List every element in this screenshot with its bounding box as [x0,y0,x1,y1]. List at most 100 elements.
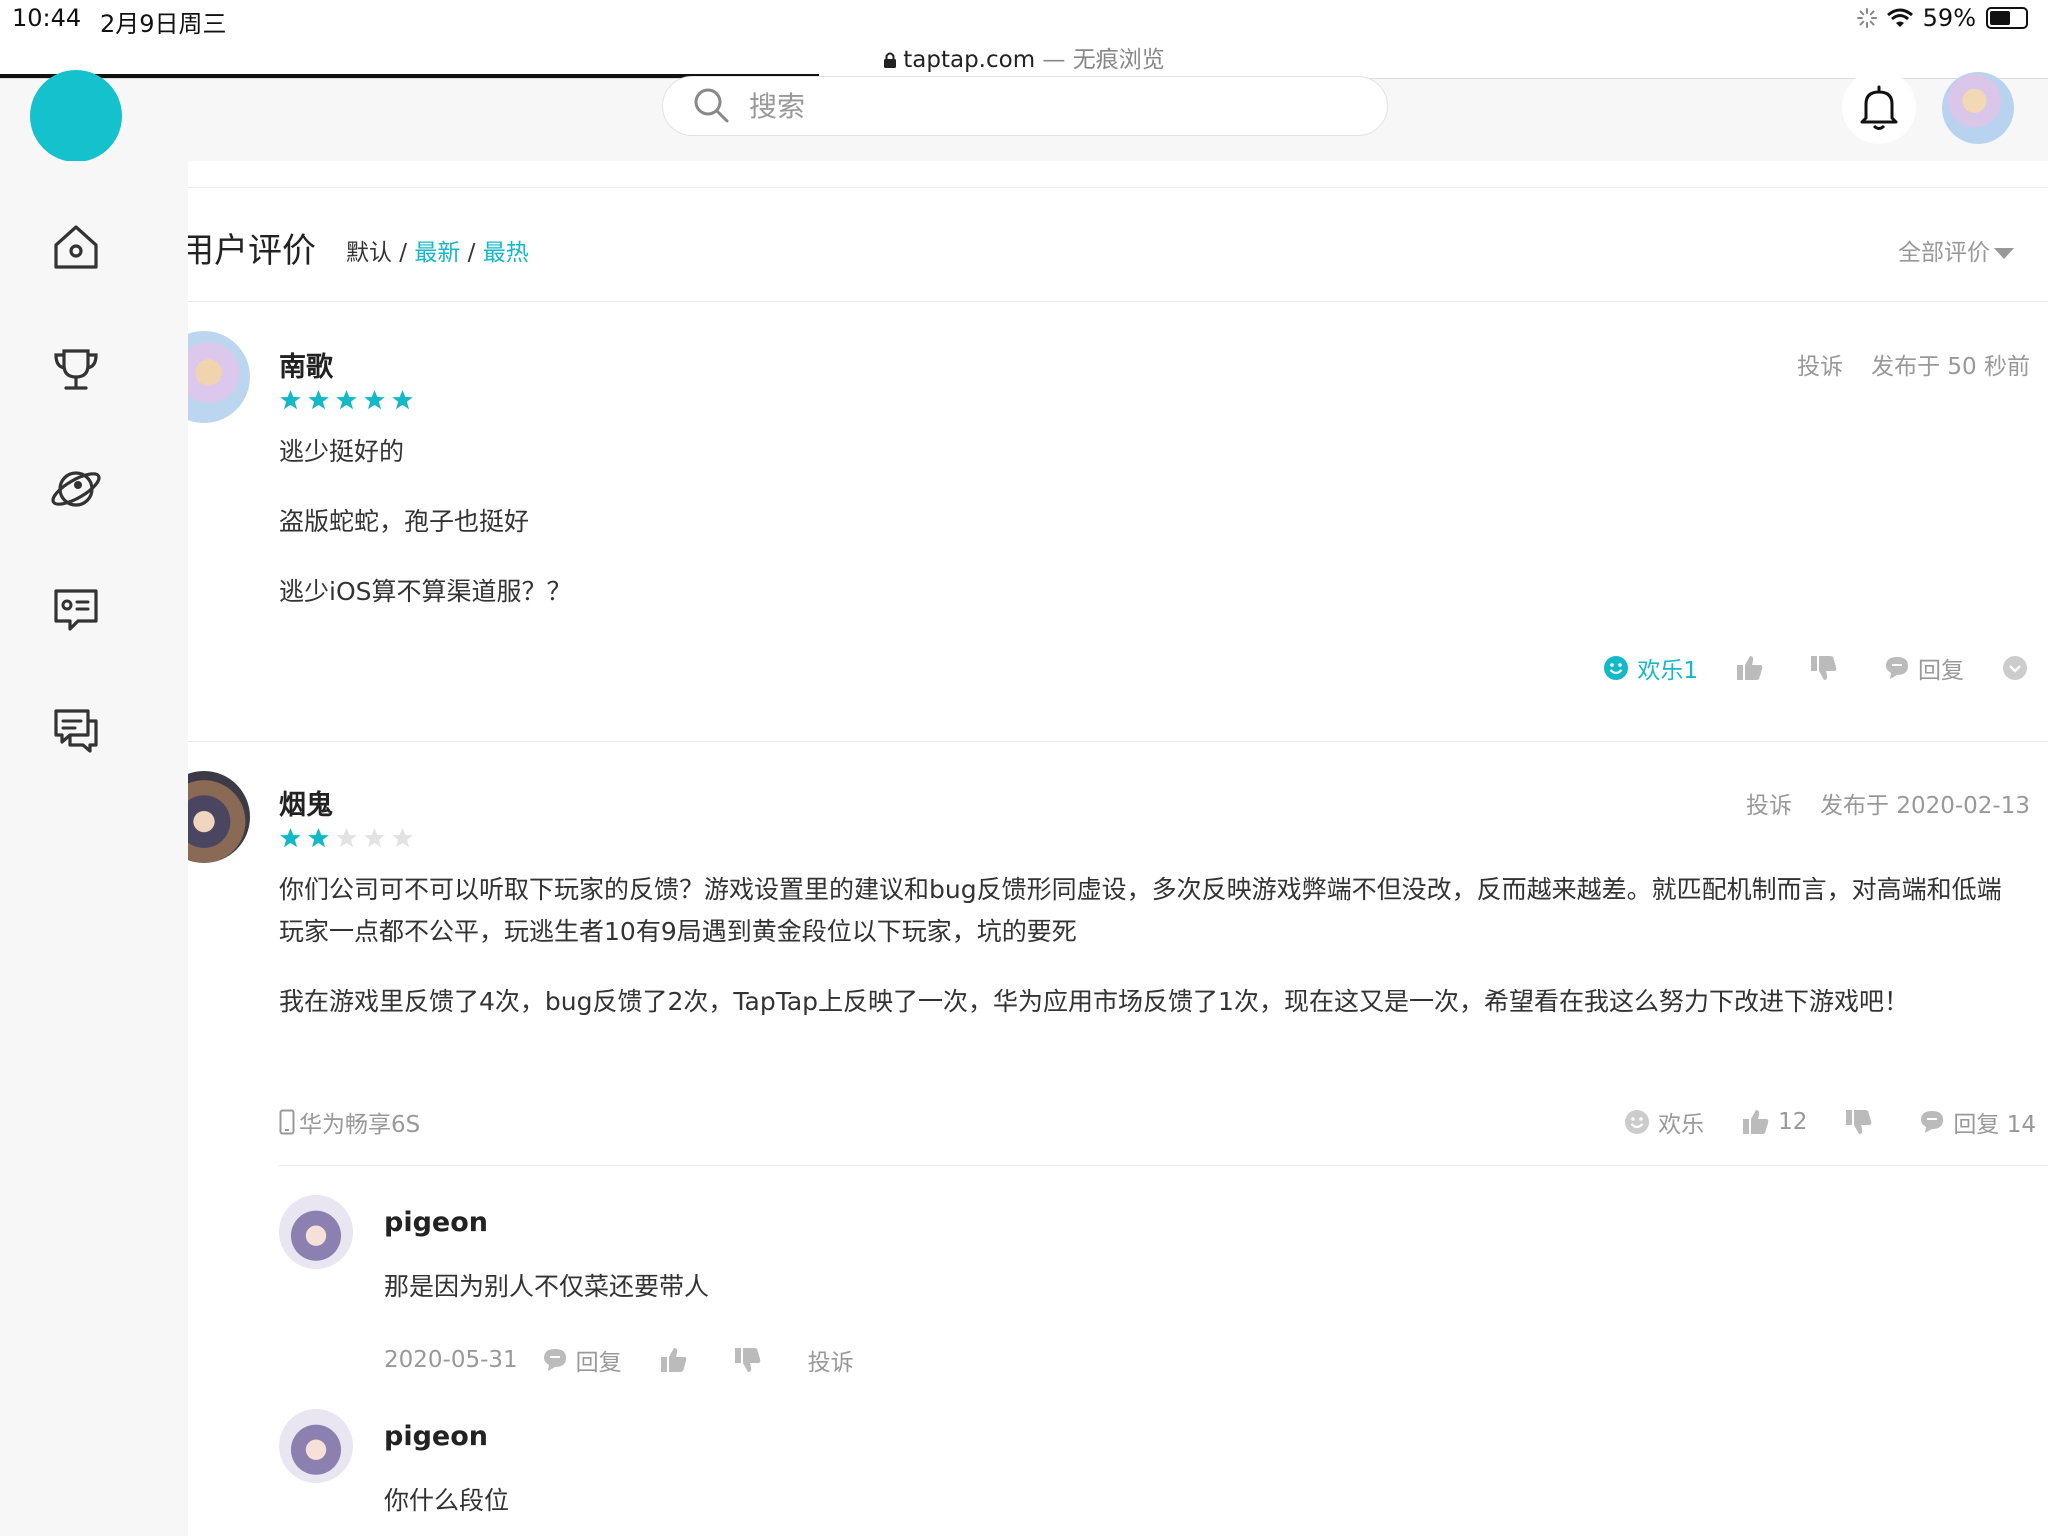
report-button[interactable]: 投诉 [1746,793,1792,819]
url-display[interactable]: taptap.com — 无痕浏览 [0,40,2048,74]
home-icon [54,225,98,269]
device-name: 华为畅享6S [299,1112,421,1138]
reply-button[interactable]: 回复 [1884,651,1964,685]
review-text: 逃少挺好的 [279,437,405,466]
reply-actions: 2020-05-31 回复 投诉 [384,1343,854,1377]
thumbs-up-icon [1743,1110,1769,1134]
star-filled-icon [336,390,357,410]
reviewer-avatar[interactable] [188,771,250,863]
fun-button[interactable]: 欢乐 [1624,1105,1704,1139]
taptap-logo[interactable] [30,70,122,162]
review-text: 逃少iOS算不算渠道服？？ [279,577,572,606]
status-bar: 10:44 2月9日周三 59% [0,0,2048,40]
publish-time: 发布于 50 秒前 [1871,354,2030,380]
chat-icon [54,709,98,753]
review-actions: 欢乐 12 回复 14 [1586,1105,2036,1139]
star-filled-icon [308,828,329,848]
sort-hot[interactable]: 最热 [483,240,529,266]
battery-percent: 59% [1922,4,1976,32]
fun-label: 欢乐 [1658,1112,1705,1138]
thumbs-up-icon [1737,656,1763,680]
report-button[interactable]: 投诉 [808,1343,854,1377]
section-title: 用户评价 [188,231,316,271]
replier-avatar[interactable] [279,1195,353,1269]
user-avatar[interactable] [1942,72,2014,144]
trophy-icon [54,349,98,390]
reply-button[interactable]: 回复 [542,1343,622,1377]
review-meta: 投诉 发布于 50 秒前 [1769,347,2030,381]
thumbs-down-icon [1811,656,1837,680]
device-info: 华为畅享6S [279,1105,420,1139]
status-indicators: 59% [1856,4,2028,32]
loading-icon [1856,8,1877,28]
divider [188,301,2048,302]
sidebar-item-discover[interactable] [48,461,104,517]
sidebar-item-home[interactable] [48,219,104,275]
like-button[interactable]: 12 [1742,1109,1807,1135]
profile-card-icon [54,589,98,631]
divider [188,187,2048,188]
replier-avatar[interactable] [279,1409,353,1483]
dislike-button[interactable] [1845,1109,1881,1135]
more-button[interactable] [2002,655,2036,681]
sort-default[interactable]: 默认 [346,240,392,266]
replier-name[interactable]: pigeon [384,1421,488,1452]
dislike-button[interactable] [734,1347,770,1373]
sort-separator: / [460,240,483,266]
thumbs-down-icon [734,1348,761,1372]
search-box[interactable] [662,76,1388,136]
comment-icon [1921,1111,1944,1133]
review-text: 盗版蛇蛇，孢子也挺好 [279,507,530,536]
sidebar [0,161,188,1536]
url-host: taptap.com [903,47,1036,73]
star-filled-icon [308,390,329,410]
report-button[interactable]: 投诉 [1797,354,1843,380]
star-empty-icon [336,828,357,848]
reviewer-name[interactable]: 南歌 [279,345,333,384]
comment-icon [543,1349,566,1371]
review-filter-dropdown[interactable]: 全部评价 [1898,233,2014,267]
star-empty-icon [392,828,413,848]
reply-button[interactable]: 回复 14 [1919,1105,2036,1139]
comment-icon [1886,657,1908,679]
fun-button[interactable]: 欢乐1 [1603,651,1698,685]
reviewer-name[interactable]: 烟鬼 [279,783,333,822]
planet-icon [51,471,101,507]
search-input[interactable] [747,83,1311,129]
report-label: 投诉 [807,1350,854,1376]
battery-icon [1986,7,2028,29]
status-time: 10:44 [12,4,82,32]
reply-text: 那是因为别人不仅菜还要带人 [384,1272,710,1301]
star-rating [279,389,414,413]
lock-icon [884,52,897,68]
sort-options: 默认 / 最新 / 最热 [346,233,529,267]
like-button[interactable] [660,1347,696,1373]
search-icon[interactable] [691,85,731,125]
browser-url-bar[interactable]: taptap.com — 无痕浏览 [0,40,2048,78]
sidebar-item-rankings[interactable] [48,341,104,397]
star-empty-icon [364,828,385,848]
chevron-down-circle-icon [2003,656,2027,680]
review-meta: 投诉 发布于 2020-02-13 [1718,786,2030,820]
thumbs-down-icon [1846,1110,1872,1134]
like-button[interactable] [1736,655,1772,681]
reply-text: 你什么段位 [384,1486,510,1515]
star-filled-icon [280,828,301,848]
reviewer-avatar[interactable] [188,331,250,423]
star-filled-icon [392,390,413,410]
star-filled-icon [364,390,385,410]
fun-count: 欢乐1 [1637,658,1698,684]
notification-button[interactable] [1842,70,1916,144]
publish-time: 发布于 2020-02-13 [1820,793,2030,819]
sort-latest[interactable]: 最新 [414,240,460,266]
divider [279,1165,2048,1166]
reply-date: 2020-05-31 [384,1347,518,1373]
review-actions: 欢乐1 回复 [1565,651,2036,685]
star-rating [279,827,414,851]
sidebar-item-messages[interactable] [48,701,104,757]
reply-count: 回复 14 [1953,1112,2036,1138]
sidebar-item-profile[interactable] [48,581,104,637]
replier-name[interactable]: pigeon [384,1207,488,1238]
reply-label: 回复 [575,1350,622,1376]
dislike-button[interactable] [1810,655,1846,681]
